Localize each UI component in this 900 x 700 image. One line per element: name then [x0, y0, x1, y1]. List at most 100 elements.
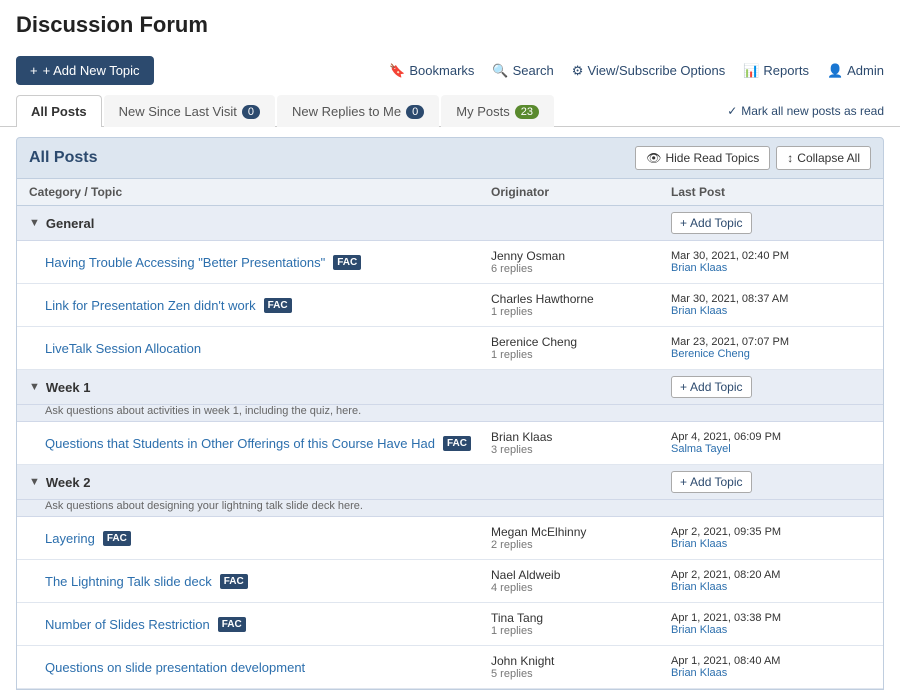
- last-post-date: Apr 1, 2021, 08:40 AM: [671, 655, 871, 667]
- reply-count: 3 replies: [491, 444, 671, 456]
- topic-link[interactable]: The Lightning Talk slide deck: [45, 574, 212, 589]
- originator-name: Nael Aldweib: [491, 568, 671, 582]
- last-post-author: Berenice Cheng: [671, 348, 871, 360]
- add-topic-week2-button[interactable]: + Add Topic: [671, 471, 752, 493]
- fac-badge: FAC: [333, 255, 361, 270]
- last-post-author: Brian Klaas: [671, 667, 871, 679]
- collapse-all-button[interactable]: ↕ Collapse All: [776, 146, 871, 170]
- originator-name: Tina Tang: [491, 611, 671, 625]
- plus-icon: +: [680, 475, 687, 489]
- view-subscribe-link[interactable]: ⚙ View/Subscribe Options: [572, 63, 725, 79]
- plus-icon: +: [680, 216, 687, 230]
- fac-badge: FAC: [264, 298, 292, 313]
- topic-link[interactable]: Questions on slide presentation developm…: [45, 660, 305, 675]
- collapse-icon: ↕: [787, 151, 793, 165]
- table-header-row: Category / Topic Originator Last Post: [17, 179, 883, 206]
- topic-row: The Lightning Talk slide deck FAC Nael A…: [17, 560, 883, 603]
- tab-my-posts-badge: 23: [515, 105, 539, 119]
- search-icon: 🔍: [492, 63, 508, 79]
- reply-count: 1 replies: [491, 306, 671, 318]
- reply-count: 2 replies: [491, 539, 671, 551]
- topic-row: Layering FAC Megan McElhinny 2 replies A…: [17, 517, 883, 560]
- topic-link[interactable]: LiveTalk Session Allocation: [45, 341, 201, 356]
- last-post-date: Apr 1, 2021, 03:38 PM: [671, 612, 871, 624]
- originator-name: Megan McElhinny: [491, 525, 671, 539]
- topic-row: Questions on slide presentation developm…: [17, 646, 883, 689]
- all-posts-section: All Posts 👁 Hide Read Topics ↕ Collapse …: [0, 137, 900, 700]
- chevron-down-icon[interactable]: ▼: [29, 476, 40, 488]
- tab-new-since-badge: 0: [242, 105, 260, 119]
- reports-link[interactable]: 📊 Reports: [743, 63, 809, 79]
- chevron-down-icon[interactable]: ▼: [29, 217, 40, 229]
- last-post-author: Brian Klaas: [671, 538, 871, 550]
- bookmarks-link[interactable]: 🔖 Bookmarks: [389, 63, 474, 79]
- tab-new-since[interactable]: New Since Last Visit 0: [104, 95, 275, 127]
- admin-link[interactable]: 👤 Admin: [827, 63, 884, 79]
- col-originator: Originator: [491, 185, 671, 199]
- topic-row: Number of Slides Restriction FAC Tina Ta…: [17, 603, 883, 646]
- fac-badge: FAC: [103, 531, 131, 546]
- originator-name: Charles Hawthorne: [491, 292, 671, 306]
- topic-row: Link for Presentation Zen didn't work FA…: [17, 284, 883, 327]
- fac-badge: FAC: [443, 436, 471, 451]
- tabs-container: All Posts New Since Last Visit 0 New Rep…: [16, 95, 556, 126]
- tabs-bar: All Posts New Since Last Visit 0 New Rep…: [0, 95, 900, 127]
- col-topic: Category / Topic: [29, 185, 491, 199]
- checkmark-icon: ✓: [727, 104, 737, 118]
- last-post-date: Mar 30, 2021, 02:40 PM: [671, 250, 871, 262]
- hide-read-topics-button[interactable]: 👁 Hide Read Topics: [635, 146, 770, 170]
- mark-all-read-link[interactable]: ✓ Mark all new posts as read: [727, 104, 884, 118]
- category-week2: ▼ Week 2 + Add Topic: [17, 465, 883, 500]
- last-post-author: Brian Klaas: [671, 624, 871, 636]
- reply-count: 6 replies: [491, 263, 671, 275]
- chevron-down-icon[interactable]: ▼: [29, 381, 40, 393]
- last-post-date: Mar 23, 2021, 07:07 PM: [671, 336, 871, 348]
- topic-row: LiveTalk Session Allocation Berenice Che…: [17, 327, 883, 370]
- last-post-author: Salma Tayel: [671, 443, 871, 455]
- reply-count: 1 replies: [491, 349, 671, 361]
- originator-name: Brian Klaas: [491, 430, 671, 444]
- tab-new-replies[interactable]: New Replies to Me 0: [277, 95, 439, 127]
- page-title: Discussion Forum: [16, 12, 884, 38]
- tab-all-posts[interactable]: All Posts: [16, 95, 102, 127]
- add-new-topic-button[interactable]: + + Add New Topic: [16, 56, 154, 85]
- all-posts-header: All Posts 👁 Hide Read Topics ↕ Collapse …: [16, 137, 884, 179]
- category-description: Ask questions about activities in week 1…: [17, 405, 883, 422]
- plus-icon: +: [680, 380, 687, 394]
- all-posts-title: All Posts: [29, 149, 97, 167]
- topic-row: Questions that Students in Other Offerin…: [17, 422, 883, 465]
- admin-icon: 👤: [827, 63, 843, 79]
- chart-icon: 📊: [743, 63, 759, 79]
- last-post-author: Brian Klaas: [671, 581, 871, 593]
- topic-link[interactable]: Questions that Students in Other Offerin…: [45, 436, 435, 451]
- reply-count: 5 replies: [491, 668, 671, 680]
- last-post-date: Apr 2, 2021, 09:35 PM: [671, 526, 871, 538]
- topics-table: Category / Topic Originator Last Post ▼ …: [16, 179, 884, 690]
- tab-my-posts[interactable]: My Posts 23: [441, 95, 554, 127]
- originator-name: John Knight: [491, 654, 671, 668]
- reply-count: 1 replies: [491, 625, 671, 637]
- add-topic-week1-button[interactable]: + Add Topic: [671, 376, 752, 398]
- topic-row: Having Trouble Accessing "Better Present…: [17, 241, 883, 284]
- plus-icon: +: [30, 63, 38, 78]
- last-post-author: Brian Klaas: [671, 262, 871, 274]
- topic-link[interactable]: Number of Slides Restriction: [45, 617, 210, 632]
- topic-link[interactable]: Link for Presentation Zen didn't work: [45, 298, 256, 313]
- category-description: Ask questions about designing your light…: [17, 500, 883, 517]
- search-link[interactable]: 🔍 Search: [492, 63, 553, 79]
- last-post-date: Apr 4, 2021, 06:09 PM: [671, 431, 871, 443]
- add-topic-general-button[interactable]: + Add Topic: [671, 212, 752, 234]
- category-week1: ▼ Week 1 + Add Topic: [17, 370, 883, 405]
- last-post-date: Mar 30, 2021, 08:37 AM: [671, 293, 871, 305]
- eye-off-icon: 👁: [646, 151, 661, 165]
- originator-name: Jenny Osman: [491, 249, 671, 263]
- last-post-date: Apr 2, 2021, 08:20 AM: [671, 569, 871, 581]
- tab-new-replies-badge: 0: [406, 105, 424, 119]
- fac-badge: FAC: [220, 574, 248, 589]
- fac-badge: FAC: [218, 617, 246, 632]
- category-general: ▼ General + Add Topic: [17, 206, 883, 241]
- originator-name: Berenice Cheng: [491, 335, 671, 349]
- topic-link[interactable]: Layering: [45, 531, 95, 546]
- last-post-author: Brian Klaas: [671, 305, 871, 317]
- topic-link[interactable]: Having Trouble Accessing "Better Present…: [45, 255, 325, 270]
